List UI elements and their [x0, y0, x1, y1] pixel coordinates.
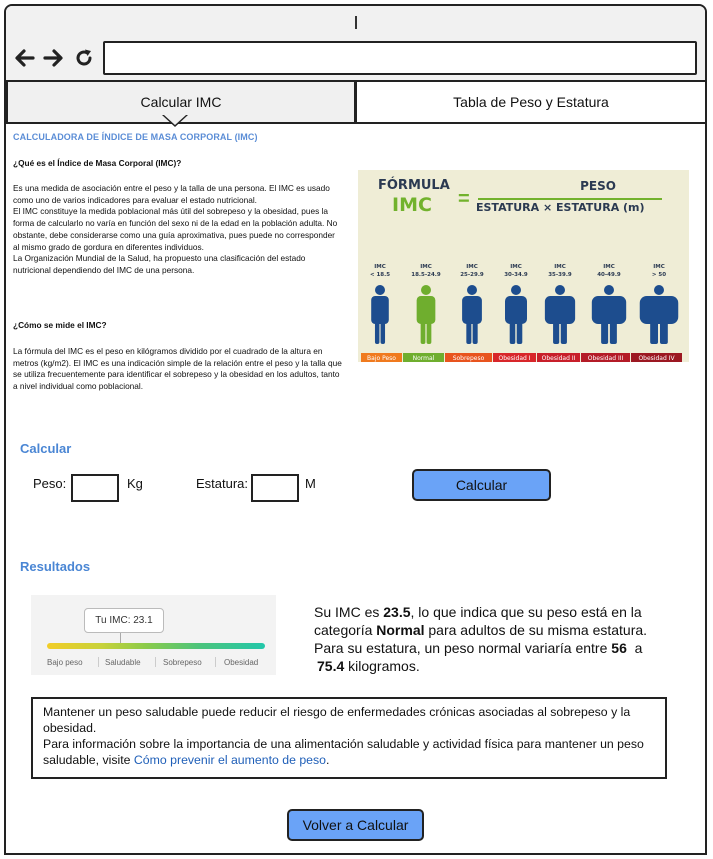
arrow-left-icon: [15, 49, 35, 67]
result-text-5: kilogramos.: [344, 658, 420, 674]
formula-numerator: PESO: [580, 179, 616, 193]
gauge-separator: [215, 657, 216, 667]
imc-gauge: Tu IMC: 23.1 Bajo peso Saludable Sobrepe…: [31, 595, 276, 675]
category-strip-label: Obesidad IV: [638, 355, 675, 362]
tab-tabla-peso-estatura[interactable]: Tabla de Peso y Estatura: [355, 80, 705, 124]
forward-button[interactable]: [42, 46, 66, 70]
result-text-1: Su IMC es: [314, 604, 384, 620]
person-figure-icon: [639, 285, 679, 344]
gauge-bar: [47, 643, 265, 649]
gauge-label-obesidad: Obesidad: [224, 658, 259, 667]
range-value-label: 40-49.9: [597, 272, 621, 278]
paragraph-what-is-imc: Es una medida de asociación entre el pes…: [13, 183, 338, 275]
range-value-label: 18.5-24.9: [411, 272, 441, 278]
active-tab-pointer-fill: [164, 115, 186, 125]
back-button[interactable]: [12, 46, 36, 70]
person-figure-icon: [544, 285, 576, 344]
browser-toolbar: [6, 36, 705, 80]
range-imc-label: IMC: [554, 264, 566, 270]
weight-unit: Kg: [127, 476, 143, 491]
address-bar[interactable]: [103, 41, 697, 75]
result-imc-value: 23.5: [383, 604, 411, 620]
question-how-measured: ¿Cómo se mide el IMC?: [13, 320, 107, 330]
result-max-weight: 75.4: [317, 658, 345, 674]
range-imc-label: IMC: [510, 264, 522, 270]
category-strip-label: Obesidad II: [542, 355, 576, 362]
gauge-label-saludable: Saludable: [105, 658, 141, 667]
paragraph-how-measured: La fórmula del IMC es el peso en kilógra…: [13, 346, 342, 392]
health-note: Mantener un peso saludable puede reducir…: [31, 697, 667, 779]
category-strip-label: Obesidad III: [588, 355, 624, 362]
note-end: .: [326, 753, 330, 767]
range-value-label: 35-39.9: [548, 272, 572, 278]
page-title: CALCULADORA DE ÍNDICE DE MASA CORPORAL (…: [13, 132, 258, 142]
result-category: Normal: [376, 622, 425, 638]
formula-equals: =: [458, 188, 470, 210]
range-imc-label: IMC: [603, 264, 615, 270]
range-value-label: 30-34.9: [504, 272, 528, 278]
range-value-label: < 18.5: [370, 272, 390, 278]
range-value-label: 25-29.9: [460, 272, 484, 278]
weight-label: Peso:: [33, 476, 67, 491]
result-min-weight: 56: [611, 640, 627, 656]
result-text-4: a: [626, 640, 651, 656]
range-value-label: > 50: [652, 272, 666, 278]
category-strip-label: Bajo Peso: [367, 355, 396, 362]
weight-input[interactable]: [71, 474, 119, 502]
tab-bar: Calcular IMC Tabla de Peso y Estatura: [6, 80, 705, 124]
range-imc-label: IMC: [420, 264, 432, 270]
reload-icon: [76, 49, 92, 66]
title-text-cursor: [355, 16, 357, 29]
person-figure-icon: [416, 285, 436, 344]
person-figure-icon: [591, 285, 627, 344]
formula-title: FÓRMULA: [378, 178, 450, 193]
calculate-button[interactable]: Calcular: [412, 469, 551, 501]
reload-button[interactable]: [72, 46, 96, 70]
range-imc-label: IMC: [374, 264, 386, 270]
height-input[interactable]: [251, 474, 299, 502]
category-strip-label: Sobrepeso: [453, 355, 485, 362]
gauge-label-sobrepeso: Sobrepeso: [163, 658, 202, 667]
imc-formula-infographic: IMC < 18.5 IMC 18.5-24.9 IMC 25-29.9 IMC 30-34.…: [358, 170, 689, 362]
person-figure-icon: [462, 285, 482, 344]
gauge-label-bajo-peso: Bajo peso: [47, 658, 83, 667]
formula-fraction-line: [478, 198, 662, 200]
gauge-separator: [98, 657, 99, 667]
range-imc-label: IMC: [466, 264, 478, 270]
height-unit: M: [305, 476, 316, 491]
question-what-is-imc: ¿Qué es el Índice de Masa Corporal (IMC)…: [13, 158, 182, 168]
note-line-1: Mantener un peso saludable puede reducir…: [43, 705, 631, 735]
result-summary: Su IMC es 23.5, lo que indica que su pes…: [314, 603, 659, 675]
note-line-2: Para información sobre la importancia de…: [43, 736, 655, 768]
gauge-tooltip: Tu IMC: 23.1: [84, 608, 164, 633]
arrow-right-icon: [43, 49, 63, 67]
category-strip-label: Normal: [413, 355, 435, 362]
category-strip-label: Obesidad I: [499, 355, 531, 362]
calculate-section-title: Calcular: [20, 441, 72, 456]
person-figure-icon: [505, 285, 527, 344]
height-label: Estatura:: [196, 476, 249, 491]
formula-denominator: ESTATURA × ESTATURA (m): [476, 201, 645, 214]
back-to-calculate-button[interactable]: Volver a Calcular: [287, 809, 424, 841]
results-section-title: Resultados: [20, 559, 91, 574]
range-imc-label: IMC: [653, 264, 665, 270]
prevent-weight-gain-link[interactable]: Cómo prevenir el aumento de peso: [134, 753, 326, 767]
gauge-separator: [155, 657, 156, 667]
formula-imc: IMC: [392, 194, 432, 216]
title-bar: [6, 6, 705, 36]
person-figure-icon: [371, 285, 389, 344]
